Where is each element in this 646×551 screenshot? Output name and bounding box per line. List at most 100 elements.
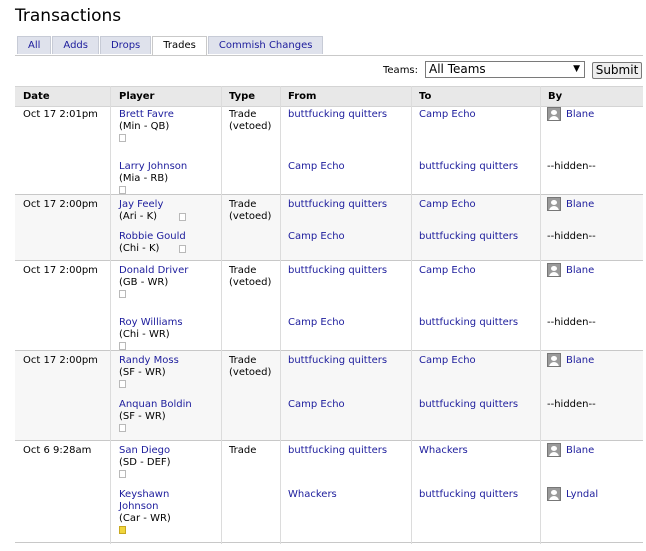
transaction-type: (vetoed) <box>229 367 272 378</box>
page-title: Transactions <box>15 6 122 26</box>
tab-all[interactable]: All <box>17 36 52 54</box>
to-team-link[interactable]: Camp Echo <box>419 109 476 121</box>
player-link-line2[interactable]: Johnson <box>119 501 158 513</box>
column-separator <box>280 86 281 544</box>
player-team-position: (Min - QB) <box>119 121 170 132</box>
column-header-from: From <box>288 91 317 102</box>
transaction-type: Trade <box>229 355 257 366</box>
by-user-link[interactable]: Blane <box>566 355 594 367</box>
user-avatar-icon <box>547 487 561 501</box>
user-avatar-icon <box>547 197 561 211</box>
user-avatar-icon <box>547 107 561 121</box>
transaction-date: Oct 6 9:28am <box>23 445 92 456</box>
transaction-date: Oct 17 2:00pm <box>23 265 98 276</box>
column-separator <box>110 86 111 544</box>
player-link[interactable]: Jay Feely <box>119 199 163 211</box>
from-team-link[interactable]: Camp Echo <box>288 161 345 173</box>
column-header-type: Type <box>229 91 256 102</box>
column-separator <box>411 86 412 544</box>
from-team-link[interactable]: buttfucking quitters <box>288 355 387 367</box>
by-user-link[interactable]: Blane <box>566 445 594 457</box>
note-icon[interactable] <box>179 213 186 221</box>
transaction-type: (vetoed) <box>229 121 272 132</box>
transaction-date: Oct 17 2:01pm <box>23 109 98 120</box>
column-header-to: To <box>419 91 432 102</box>
note-icon[interactable] <box>119 342 126 350</box>
player-link[interactable]: Larry Johnson <box>119 161 187 173</box>
player-link[interactable]: Brett Favre <box>119 109 174 121</box>
to-team-link[interactable]: buttfucking quitters <box>419 489 518 501</box>
player-team-position: (Mia - RB) <box>119 173 169 184</box>
transaction-type: Trade <box>229 445 257 456</box>
transaction-date: Oct 17 2:00pm <box>23 199 98 210</box>
to-team-link[interactable]: buttfucking quitters <box>419 161 518 173</box>
tab-commish-changes[interactable]: Commish Changes <box>207 36 324 54</box>
player-team-position: (Ari - K) <box>119 211 158 222</box>
from-team-link[interactable]: buttfucking quitters <box>288 445 387 457</box>
note-icon[interactable] <box>119 470 126 478</box>
by-user-link[interactable]: Lyndal <box>566 489 598 501</box>
to-team-link[interactable]: Camp Echo <box>419 199 476 211</box>
transaction-date: Oct 17 2:00pm <box>23 355 98 366</box>
player-link[interactable]: San Diego <box>119 445 170 457</box>
by-user-link[interactable]: Blane <box>566 265 594 277</box>
transaction-type: (vetoed) <box>229 211 272 222</box>
column-header-by: By <box>548 91 563 102</box>
user-avatar-icon <box>547 263 561 277</box>
dropdown-arrow-icon: ▼ <box>573 64 580 74</box>
to-team-link[interactable]: Whackers <box>419 445 468 457</box>
from-team-link[interactable]: Camp Echo <box>288 399 345 411</box>
tab-adds[interactable]: Adds <box>52 36 99 54</box>
column-header-player: Player <box>119 91 155 102</box>
note-icon[interactable] <box>179 245 186 253</box>
by-user-link[interactable]: Blane <box>566 199 594 211</box>
transaction-type: Trade <box>229 199 257 210</box>
from-team-link[interactable]: buttfucking quitters <box>288 199 387 211</box>
note-icon[interactable] <box>119 526 126 534</box>
by-hidden: --hidden-- <box>547 161 596 172</box>
submit-button[interactable]: Submit <box>592 62 642 79</box>
player-link[interactable]: Roy Williams <box>119 317 183 329</box>
teams-select-value: All Teams <box>429 62 486 76</box>
player-link[interactable]: Donald Driver <box>119 265 188 277</box>
player-team-position: (GB - WR) <box>119 277 169 288</box>
player-team-position: (Chi - WR) <box>119 329 170 340</box>
from-team-link[interactable]: Camp Echo <box>288 317 345 329</box>
player-team-position: (Chi - K) <box>119 243 160 254</box>
by-user-link[interactable]: Blane <box>566 109 594 121</box>
note-icon[interactable] <box>119 380 126 388</box>
tab-trades[interactable]: Trades <box>152 36 207 56</box>
user-avatar-icon <box>547 353 561 367</box>
player-link[interactable]: Anquan Boldin <box>119 399 192 411</box>
player-link[interactable]: Randy Moss <box>119 355 179 367</box>
from-team-link[interactable]: buttfucking quitters <box>288 265 387 277</box>
from-team-link[interactable]: Whackers <box>288 489 337 501</box>
player-team-position: (Car - WR) <box>119 513 171 524</box>
player-team-position: (SD - DEF) <box>119 457 171 468</box>
to-team-link[interactable]: buttfucking quitters <box>419 317 518 329</box>
transaction-type: Trade <box>229 109 257 120</box>
note-icon[interactable] <box>119 290 126 298</box>
transaction-type: (vetoed) <box>229 277 272 288</box>
by-hidden: --hidden-- <box>547 399 596 410</box>
tab-drops[interactable]: Drops <box>99 36 152 54</box>
transaction-tabs: All Adds Drops Trades Commish Changes <box>17 36 324 56</box>
to-team-link[interactable]: buttfucking quitters <box>419 399 518 411</box>
user-avatar-icon <box>547 443 561 457</box>
column-header-date: Date <box>23 91 50 102</box>
from-team-link[interactable]: buttfucking quitters <box>288 109 387 121</box>
by-hidden: --hidden-- <box>547 231 596 242</box>
to-team-link[interactable]: Camp Echo <box>419 265 476 277</box>
note-icon[interactable] <box>119 134 126 142</box>
to-team-link[interactable]: buttfucking quitters <box>419 231 518 243</box>
to-team-link[interactable]: Camp Echo <box>419 355 476 367</box>
column-separator <box>221 86 222 544</box>
teams-filter-label: Teams: <box>383 65 419 76</box>
note-icon[interactable] <box>119 186 126 194</box>
teams-select[interactable]: All Teams ▼ <box>425 61 585 78</box>
player-link[interactable]: Robbie Gould <box>119 231 186 243</box>
player-link[interactable]: Keyshawn <box>119 489 169 501</box>
note-icon[interactable] <box>119 424 126 432</box>
from-team-link[interactable]: Camp Echo <box>288 231 345 243</box>
player-team-position: (SF - WR) <box>119 367 166 378</box>
